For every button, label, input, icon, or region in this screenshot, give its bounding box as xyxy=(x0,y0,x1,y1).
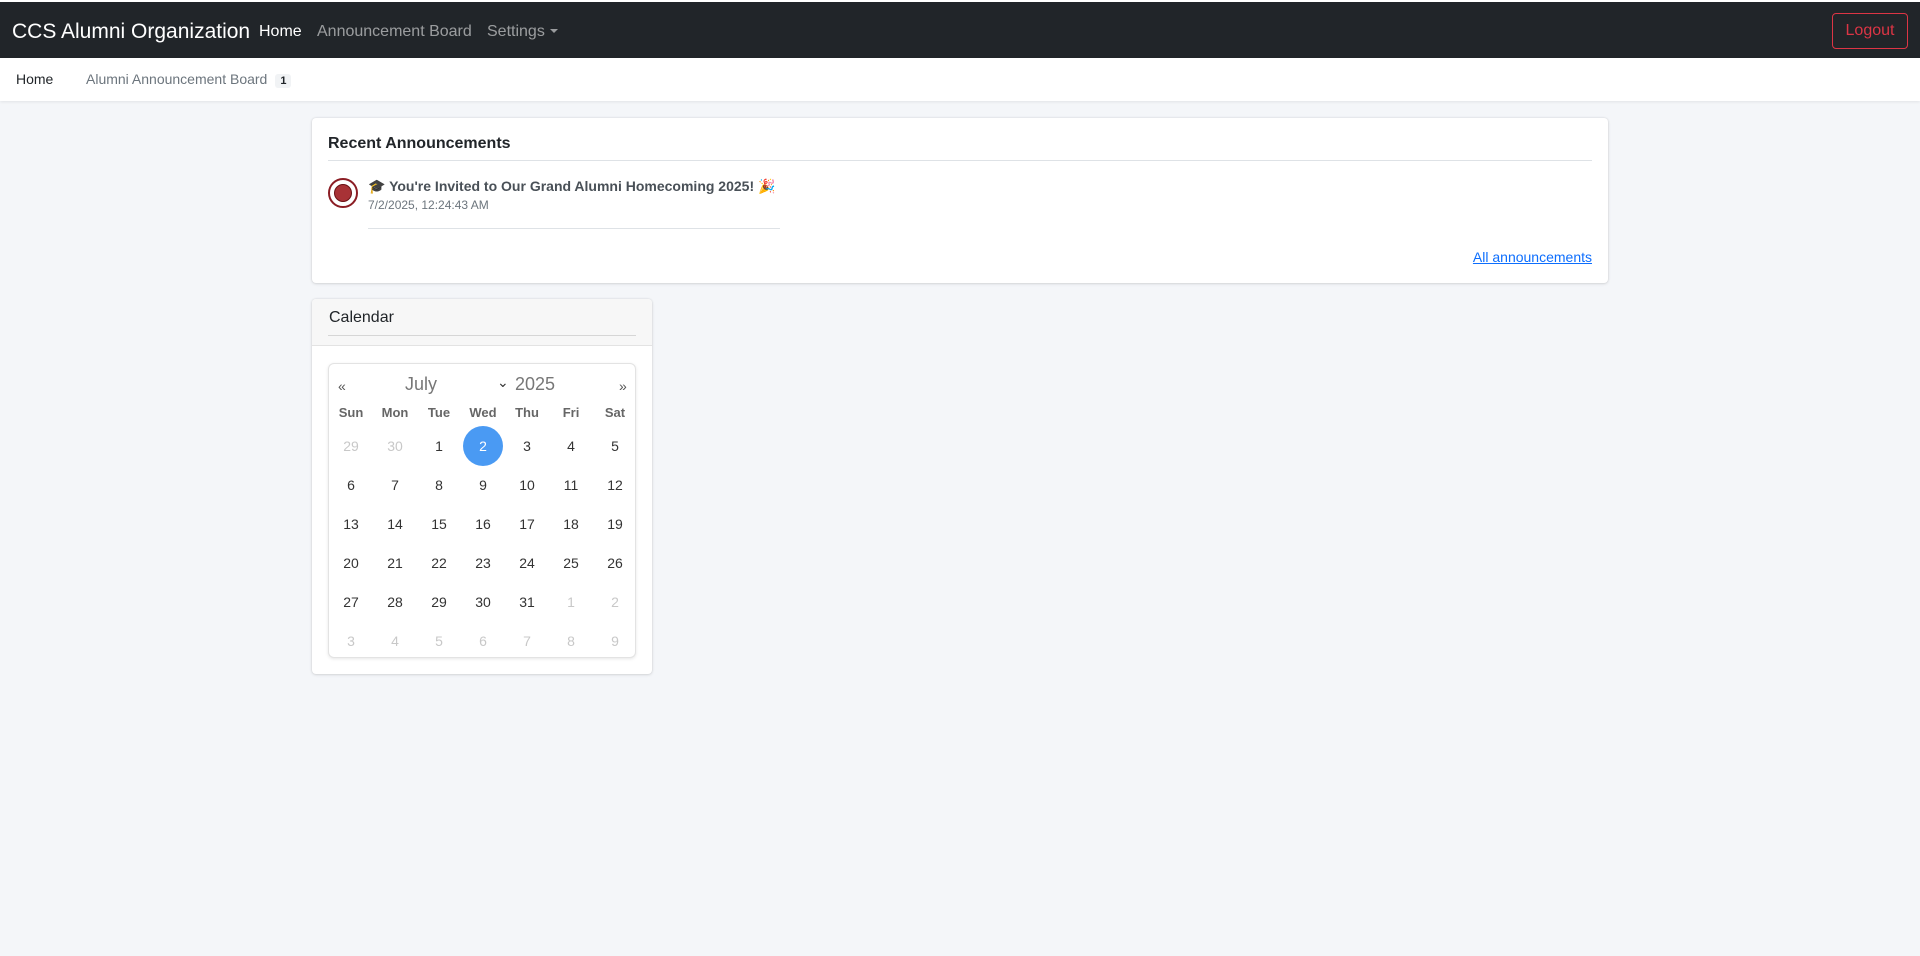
divider xyxy=(328,160,1592,161)
calendar-day-outside[interactable]: 9 xyxy=(595,621,635,661)
calendar-day[interactable]: 20 xyxy=(331,543,371,583)
calendar-day[interactable]: 13 xyxy=(331,504,371,544)
weekday-header: Sat xyxy=(604,405,626,420)
weekday-header: Fri xyxy=(562,405,580,420)
announcements-title: Recent Announcements xyxy=(328,135,511,152)
calendar-day[interactable]: 3 xyxy=(507,426,547,466)
calendar-day[interactable]: 29 xyxy=(419,582,459,622)
month-select[interactable]: July xyxy=(405,374,437,395)
avatar xyxy=(328,178,358,208)
calendar-day[interactable]: 24 xyxy=(507,543,547,583)
weekday-header: Tue xyxy=(427,405,451,420)
nav-announcement-board[interactable]: Announcement Board xyxy=(317,23,472,41)
weekday-header: Wed xyxy=(469,405,497,420)
calendar-day[interactable]: 7 xyxy=(375,465,415,505)
weekday-header: Sun xyxy=(338,405,364,420)
calendar-day-outside[interactable]: 6 xyxy=(463,621,503,661)
weekday-header: Thu xyxy=(515,405,539,420)
calendar-day[interactable]: 22 xyxy=(419,543,459,583)
count-badge: 1 xyxy=(275,74,292,88)
calendar-day-outside[interactable]: 29 xyxy=(331,426,371,466)
calendar-day[interactable]: 25 xyxy=(551,543,591,583)
calendar-day[interactable]: 27 xyxy=(331,582,371,622)
announcements-card: Recent Announcements 🎓 You're Invited to… xyxy=(312,118,1608,283)
sub-navbar: Home Alumni Announcement Board 1 xyxy=(0,58,1920,101)
announcement-title-link[interactable]: 🎓 You're Invited to Our Grand Alumni Hom… xyxy=(368,178,775,195)
calendar-day-outside[interactable]: 7 xyxy=(507,621,547,661)
logout-button[interactable]: Logout xyxy=(1832,13,1908,49)
divider xyxy=(368,228,780,229)
calendar-day[interactable]: 11 xyxy=(551,465,591,505)
calendar-day[interactable]: 28 xyxy=(375,582,415,622)
nav-home[interactable]: Home xyxy=(259,23,302,41)
all-announcements-link[interactable]: All announcements xyxy=(1473,249,1592,265)
chevron-down-icon[interactable]: ⌄ xyxy=(497,374,509,391)
calendar-day[interactable]: 1 xyxy=(419,426,459,466)
calendar-day[interactable]: 26 xyxy=(595,543,635,583)
brand-title[interactable]: CCS Alumni Organization xyxy=(12,20,250,44)
calendar-day-outside[interactable]: 8 xyxy=(551,621,591,661)
caret-down-icon xyxy=(549,29,558,33)
year-field[interactable]: 2025 xyxy=(515,374,555,395)
calendar-card-header: Calendar xyxy=(312,299,652,346)
calendar-title: Calendar xyxy=(329,309,394,326)
subnav-announcement-board[interactable]: Alumni Announcement Board 1 xyxy=(86,71,292,88)
calendar-day[interactable]: 31 xyxy=(507,582,547,622)
subnav-board-label: Alumni Announcement Board xyxy=(86,71,268,87)
calendar-day[interactable]: 23 xyxy=(463,543,503,583)
top-navbar: CCS Alumni Organization Home Announcemen… xyxy=(0,0,1920,58)
calendar-day[interactable]: 12 xyxy=(595,465,635,505)
calendar-day-outside[interactable]: 1 xyxy=(551,582,591,622)
calendar-day[interactable]: 14 xyxy=(375,504,415,544)
calendar-day[interactable]: 2 xyxy=(463,426,503,466)
prev-month-button[interactable]: « xyxy=(338,378,346,394)
calendar-day[interactable]: 8 xyxy=(419,465,459,505)
calendar-day-outside[interactable]: 2 xyxy=(595,582,635,622)
nav-settings-label: Settings xyxy=(487,23,545,40)
calendar-day[interactable]: 21 xyxy=(375,543,415,583)
nav-settings-dropdown[interactable]: Settings xyxy=(487,23,558,41)
calendar-day-outside[interactable]: 30 xyxy=(375,426,415,466)
announcement-date: 7/2/2025, 12:24:43 AM xyxy=(368,198,489,212)
calendar-day[interactable]: 16 xyxy=(463,504,503,544)
calendar-day[interactable]: 10 xyxy=(507,465,547,505)
calendar-widget: « July ⌄ 2025 » Sun Mon Tue Wed Thu Fri Sat 29 3… xyxy=(328,363,636,658)
calendar-day[interactable]: 15 xyxy=(419,504,459,544)
calendar-day[interactable]: 18 xyxy=(551,504,591,544)
calendar-day[interactable]: 19 xyxy=(595,504,635,544)
calendar-day[interactable]: 9 xyxy=(463,465,503,505)
seal-logo-icon xyxy=(334,184,352,202)
calendar-day-outside[interactable]: 5 xyxy=(419,621,459,661)
calendar-day-outside[interactable]: 4 xyxy=(375,621,415,661)
calendar-day[interactable]: 5 xyxy=(595,426,635,466)
calendar-day[interactable]: 17 xyxy=(507,504,547,544)
calendar-day[interactable]: 30 xyxy=(463,582,503,622)
calendar-card: Calendar « July ⌄ 2025 » Sun Mon Tue Wed Thu… xyxy=(312,299,652,674)
divider xyxy=(328,335,636,336)
weekday-header: Mon xyxy=(381,405,409,420)
calendar-day[interactable]: 4 xyxy=(551,426,591,466)
calendar-day-outside[interactable]: 3 xyxy=(331,621,371,661)
subnav-home[interactable]: Home xyxy=(16,71,53,87)
next-month-button[interactable]: » xyxy=(619,378,627,394)
calendar-day[interactable]: 6 xyxy=(331,465,371,505)
